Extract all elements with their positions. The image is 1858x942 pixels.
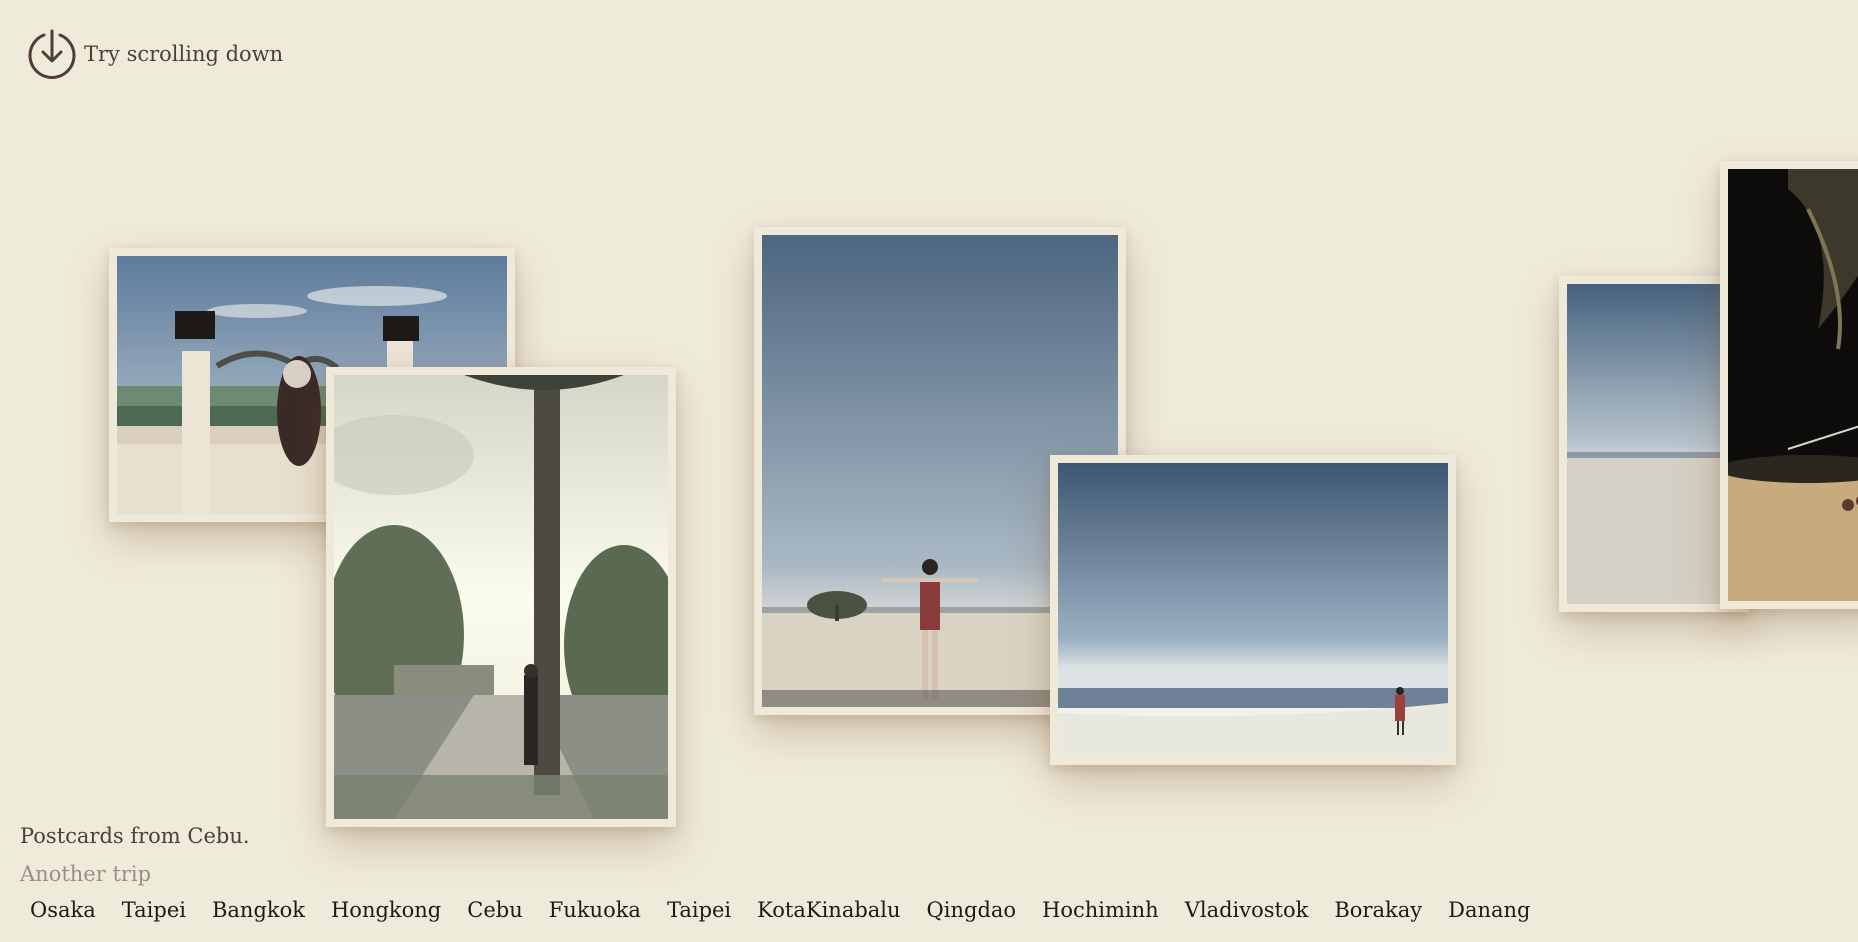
trip-link-kotakinabalu[interactable]: KotaKinabalu xyxy=(757,898,900,922)
photo-beach-horizon xyxy=(1058,463,1448,757)
photo-card-beach[interactable] xyxy=(1050,455,1456,765)
arrow-down-circle-icon xyxy=(26,28,78,80)
photo-beach-partial xyxy=(1567,284,1741,604)
trip-link-cebu[interactable]: Cebu xyxy=(467,898,522,922)
trip-caption: Postcards from Cebu. xyxy=(20,824,250,848)
trip-link-bangkok[interactable]: Bangkok xyxy=(212,898,305,922)
photo-card-palm[interactable] xyxy=(326,367,676,827)
scroll-hint: Try scrolling down xyxy=(26,28,283,80)
photo-card-night[interactable] xyxy=(1720,161,1858,609)
trip-link-fukuoka[interactable]: Fukuoka xyxy=(549,898,641,922)
trip-nav: Osaka Taipei Bangkok Hongkong Cebu Fukuo… xyxy=(30,898,1530,922)
photo-palm-tree-walkway xyxy=(334,375,668,819)
trip-link-hochiminh[interactable]: Hochiminh xyxy=(1042,898,1159,922)
photo-night-beach-partial xyxy=(1728,169,1858,601)
trip-link-hongkong[interactable]: Hongkong xyxy=(331,898,441,922)
page: Try scrolling down Postcards from Cebu. … xyxy=(0,0,1858,942)
trip-link-borakay[interactable]: Borakay xyxy=(1334,898,1422,922)
trip-link-taipei[interactable]: Taipei xyxy=(122,898,186,922)
another-trip-label: Another trip xyxy=(20,862,152,886)
trip-link-qingdao[interactable]: Qingdao xyxy=(927,898,1017,922)
trip-link-vladivostok[interactable]: Vladivostok xyxy=(1185,898,1309,922)
trip-link-taipei-2[interactable]: Taipei xyxy=(667,898,731,922)
trip-link-danang[interactable]: Danang xyxy=(1448,898,1530,922)
scroll-hint-label: Try scrolling down xyxy=(84,42,284,66)
trip-link-osaka[interactable]: Osaka xyxy=(30,898,96,922)
